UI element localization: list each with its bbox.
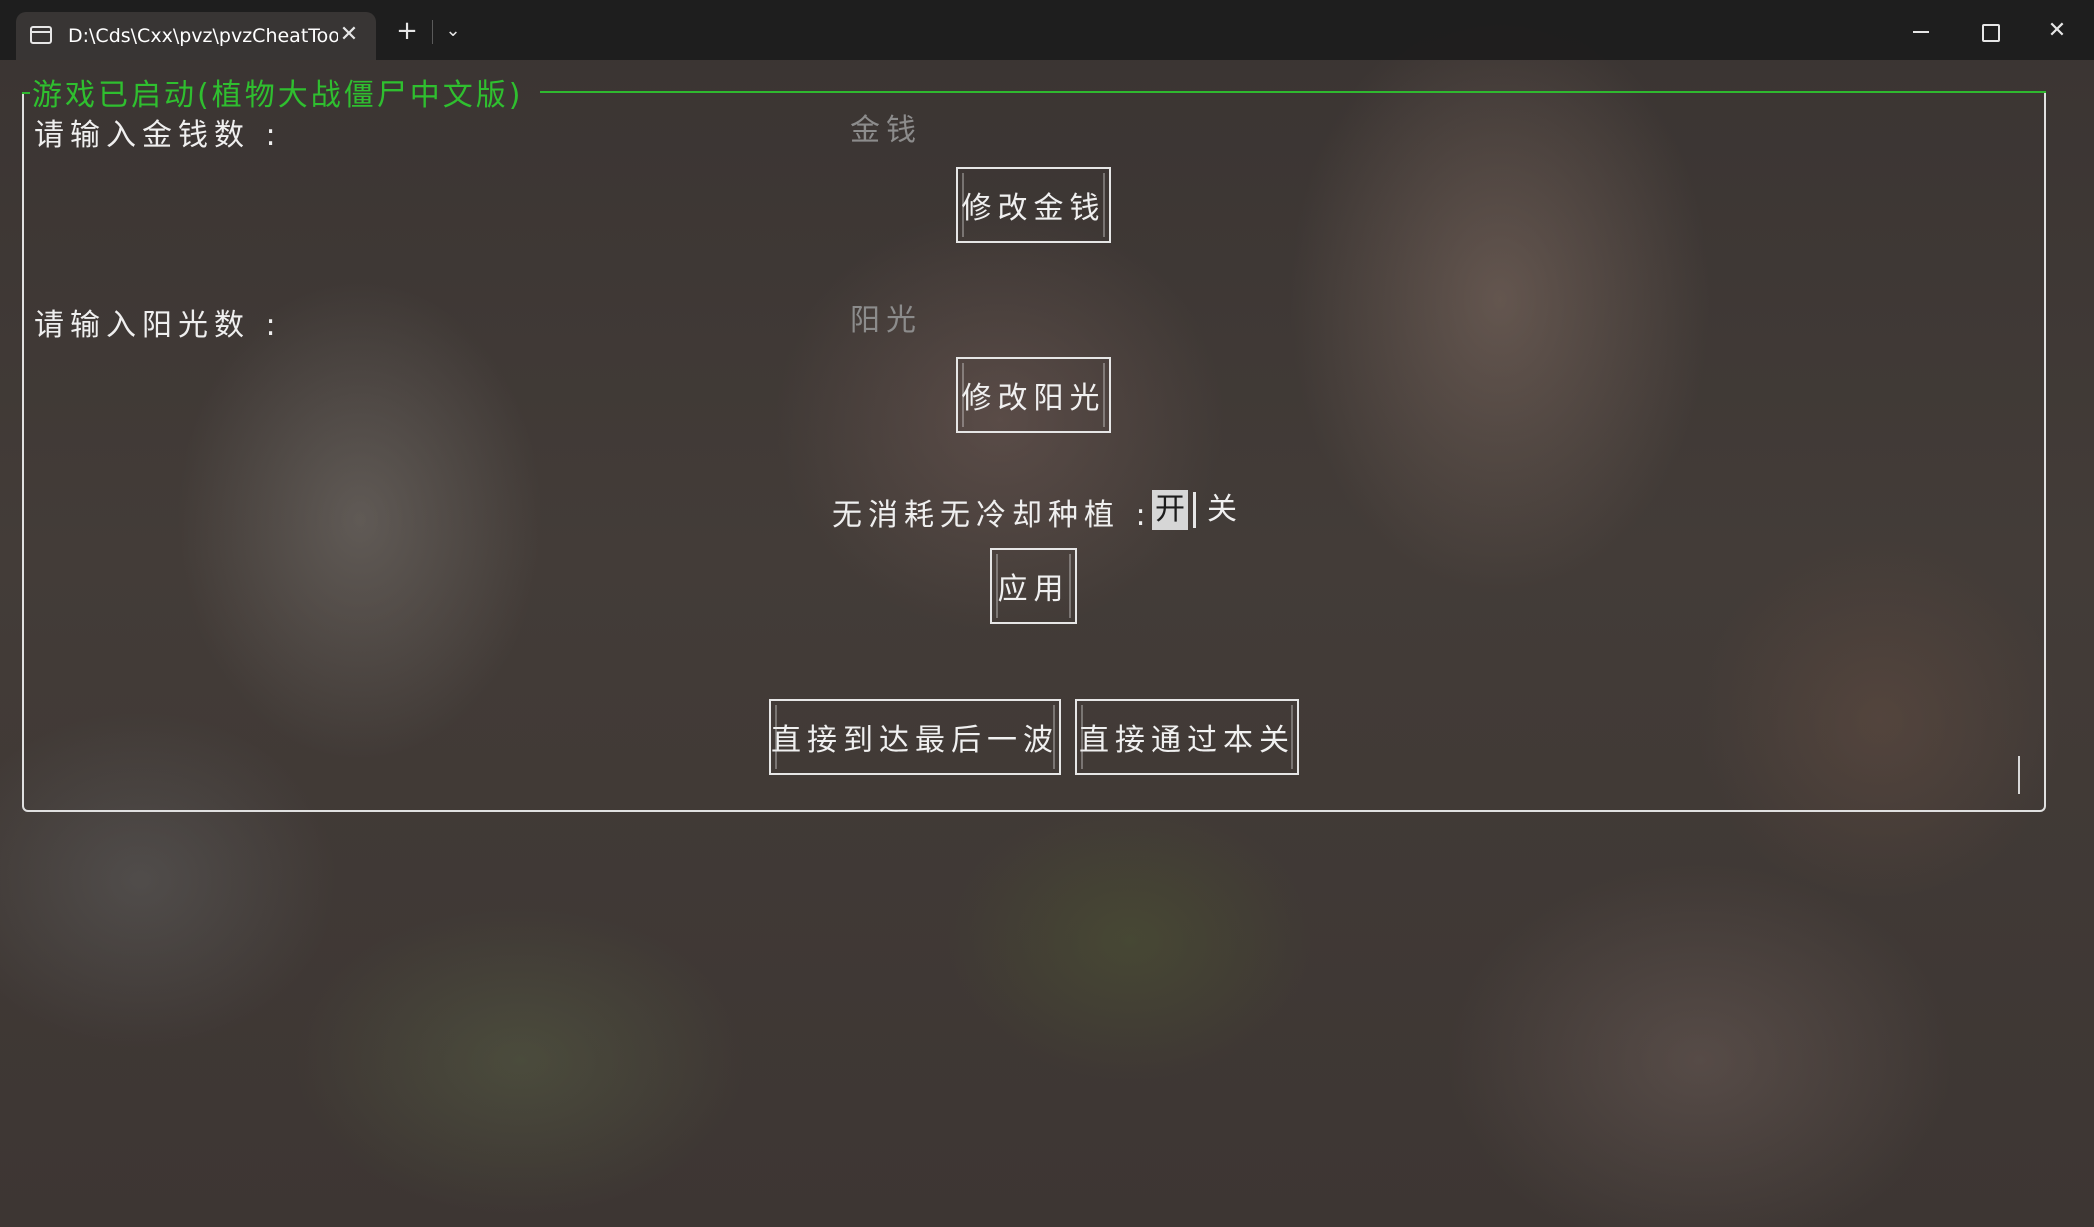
modify-money-button[interactable]: 修改金钱 <box>956 167 1111 243</box>
close-tab-icon[interactable]: ✕ <box>334 20 364 50</box>
money-input[interactable] <box>850 110 1070 150</box>
new-tab-button[interactable]: + <box>392 16 422 46</box>
sun-label: 请输入阳光数 : <box>34 308 282 343</box>
frame-top-border <box>540 91 2046 93</box>
pass-level-button[interactable]: 直接通过本关 <box>1075 699 1299 775</box>
tab-divider <box>432 20 433 44</box>
console-icon <box>30 26 52 44</box>
modify-sun-button[interactable]: 修改阳光 <box>956 357 1111 433</box>
terminal-tab[interactable]: D:\Cds\Cxx\pvz\pvzCheatToo ✕ <box>16 12 376 60</box>
group-title: 游戏已启动(植物大战僵尸中文版) <box>32 78 524 113</box>
close-window-button[interactable]: ✕ <box>2034 8 2080 54</box>
money-label: 请输入金钱数 : <box>34 118 282 153</box>
no-cooldown-label: 无消耗无冷却种植 : <box>832 498 1152 533</box>
minimize-button[interactable] <box>1898 8 1944 54</box>
toggle-off-option[interactable]: 关 <box>1204 490 1240 530</box>
toggle-on-option[interactable]: 开 <box>1152 490 1188 530</box>
maximize-icon <box>1982 24 2000 42</box>
tab-title: D:\Cds\Cxx\pvz\pvzCheatToo <box>68 25 338 47</box>
title-bar: D:\Cds\Cxx\pvz\pvzCheatToo ✕ + ⌄ ✕ <box>0 0 2094 60</box>
skip-to-last-wave-button[interactable]: 直接到达最后一波 <box>769 699 1061 775</box>
frame-top-border <box>22 92 30 94</box>
minimize-icon <box>1913 31 1929 33</box>
chevron-down-icon[interactable]: ⌄ <box>438 16 468 46</box>
maximize-button[interactable] <box>1966 8 2012 54</box>
text-cursor <box>2018 756 2020 794</box>
close-icon: ✕ <box>2047 18 2067 43</box>
sun-input[interactable] <box>850 300 1070 340</box>
apply-button[interactable]: 应用 <box>990 548 1077 624</box>
toggle-divider <box>1193 492 1196 528</box>
